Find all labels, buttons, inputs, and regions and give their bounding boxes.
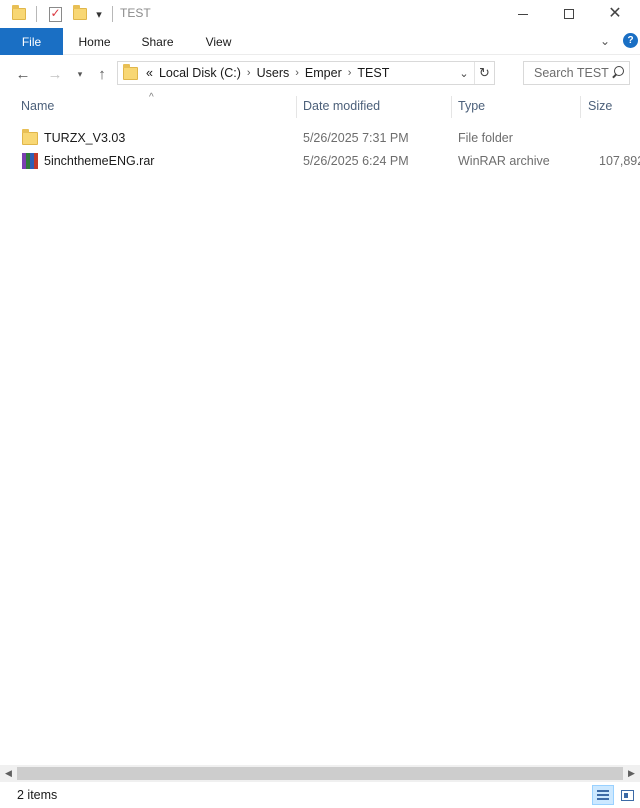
column-header-date[interactable]: Date modified	[303, 99, 380, 113]
large-icons-view-icon	[620, 789, 634, 801]
scrollbar-thumb[interactable]	[17, 767, 623, 780]
column-headers: ^ Name Date modified Type Size	[0, 92, 640, 120]
qa-separator	[36, 6, 37, 22]
qa-customize-dropdown[interactable]: ▾	[92, 5, 106, 23]
breadcrumb-emper[interactable]: Emper	[303, 66, 344, 80]
sort-ascending-icon: ^	[149, 92, 154, 103]
large-icons-view-button[interactable]	[616, 785, 638, 805]
column-header-type[interactable]: Type	[458, 99, 485, 113]
winrar-icon	[22, 153, 38, 169]
tab-share[interactable]: Share	[130, 28, 185, 55]
refresh-icon[interactable]: ↻	[474, 62, 494, 84]
help-icon[interactable]: ?	[623, 33, 638, 48]
folder-icon	[10, 5, 28, 23]
file-name[interactable]: TURZX_V3.03	[44, 131, 125, 145]
folder-icon	[22, 129, 38, 145]
column-header-size[interactable]: Size	[588, 99, 612, 113]
expand-ribbon-chevron-icon[interactable]: ⌄	[600, 34, 610, 48]
maximize-button[interactable]	[546, 0, 592, 28]
tab-view[interactable]: View	[191, 28, 246, 55]
address-bar[interactable]: « Local Disk (C:) › Users › Emper › TEST…	[117, 61, 495, 85]
column-divider[interactable]	[580, 96, 581, 118]
column-divider[interactable]	[451, 96, 452, 118]
recent-locations-dropdown[interactable]: ▾	[69, 64, 91, 84]
search-icon	[609, 64, 626, 82]
title-bar: ▾ TEST ✕	[0, 0, 640, 28]
close-icon: ✕	[608, 5, 622, 22]
breadcrumb-test[interactable]: TEST	[355, 66, 391, 80]
file-type: WinRAR archive	[458, 154, 550, 168]
file-type: File folder	[458, 131, 513, 145]
close-button[interactable]: ✕	[592, 0, 638, 28]
minimize-icon	[518, 13, 528, 15]
breadcrumb-separator-icon[interactable]: ›	[291, 67, 303, 79]
forward-button[interactable]: →	[44, 64, 66, 84]
breadcrumb-overflow[interactable]: «	[144, 66, 155, 80]
ribbon: File Home Share View ⌄ ?	[0, 28, 640, 55]
details-view-button[interactable]	[592, 785, 614, 805]
back-button[interactable]: ←	[12, 64, 34, 84]
qa-separator	[112, 6, 113, 22]
maximize-icon	[564, 9, 574, 19]
window-title: TEST	[120, 6, 151, 20]
file-name[interactable]: 5inchthemeENG.rar	[44, 154, 154, 168]
column-header-name[interactable]: Name	[21, 99, 54, 113]
minimize-button[interactable]	[500, 0, 546, 28]
search-input[interactable]: Search TEST	[524, 66, 609, 80]
new-folder-icon[interactable]	[71, 5, 89, 23]
tab-home[interactable]: Home	[67, 28, 122, 55]
details-view-icon	[597, 790, 609, 800]
status-bar: 2 items	[0, 782, 640, 808]
breadcrumb-separator-icon[interactable]: ›	[243, 67, 255, 79]
properties-icon[interactable]	[46, 5, 64, 23]
scroll-right-icon[interactable]: ▶	[623, 765, 640, 782]
tab-file[interactable]: File	[0, 28, 63, 55]
address-dropdown-icon[interactable]: ⌄	[456, 63, 472, 83]
scroll-left-icon[interactable]: ◀	[0, 765, 17, 782]
up-button[interactable]: ↑	[91, 64, 113, 84]
column-divider[interactable]	[296, 96, 297, 118]
search-box[interactable]: Search TEST	[523, 61, 630, 85]
horizontal-scrollbar[interactable]: ◀ ▶	[0, 765, 640, 782]
breadcrumb-separator-icon[interactable]: ›	[344, 67, 356, 79]
folder-icon	[123, 63, 138, 80]
breadcrumb-users[interactable]: Users	[255, 66, 292, 80]
file-row[interactable]: TURZX_V3.03 5/26/2025 7:31 PM File folde…	[18, 127, 640, 149]
item-count: 2 items	[17, 788, 58, 802]
breadcrumb-local-disk[interactable]: Local Disk (C:)	[157, 66, 243, 80]
file-row[interactable]: 5inchthemeENG.rar 5/26/2025 6:24 PM WinR…	[18, 150, 640, 172]
file-date-modified: 5/26/2025 6:24 PM	[303, 154, 409, 168]
file-size: 107,892	[599, 154, 640, 168]
navigation-bar: ← → ▾ ↑ « Local Disk (C:) › Users › Empe…	[0, 56, 640, 92]
file-date-modified: 5/26/2025 7:31 PM	[303, 131, 409, 145]
